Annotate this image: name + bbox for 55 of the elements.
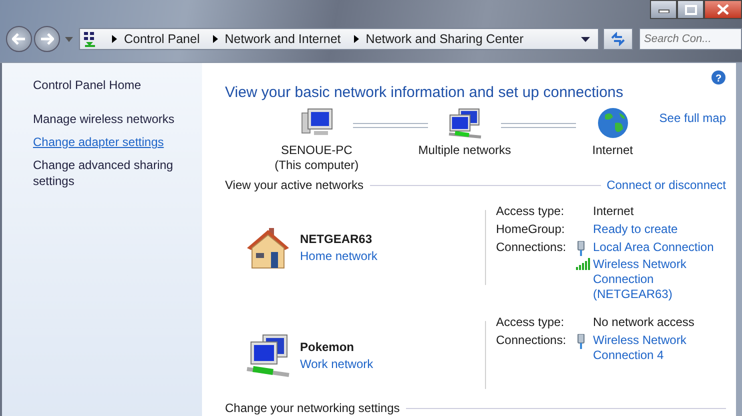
globe-icon[interactable] xyxy=(596,107,629,139)
dropdown-caret-icon[interactable] xyxy=(581,36,590,42)
maximize-icon xyxy=(684,4,696,14)
refresh-icon xyxy=(610,32,626,46)
sidebar-link[interactable]: Change advanced sharing settings xyxy=(33,157,182,189)
minimize-button[interactable] xyxy=(650,0,677,19)
back-arrow-icon xyxy=(12,33,26,45)
detail-label: Connections: xyxy=(496,333,568,349)
sidebar-link[interactable]: Manage wireless networks xyxy=(33,111,182,127)
chevron-icon[interactable] xyxy=(354,35,359,43)
sidebar-link[interactable]: Control Panel Home xyxy=(33,77,182,93)
forward-arrow-icon xyxy=(40,33,54,45)
map-node-label: Multiple networks xyxy=(418,143,511,158)
network-type-link[interactable]: Work network xyxy=(300,356,374,370)
minimize-icon xyxy=(658,6,670,12)
sidebar-link[interactable]: Change adapter settings xyxy=(33,134,182,150)
section-heading: Change your networking settings xyxy=(225,401,400,415)
breadcrumb-item[interactable]: Network and Sharing Center xyxy=(366,32,524,46)
signal-bars-icon xyxy=(576,258,590,270)
close-button[interactable] xyxy=(704,0,742,19)
refresh-button[interactable] xyxy=(603,28,633,50)
breadcrumb-item[interactable]: Control Panel xyxy=(124,32,200,46)
detail-label: HomeGroup: xyxy=(496,222,566,236)
map-node-label: Internet xyxy=(592,143,633,158)
forward-button[interactable] xyxy=(34,26,60,52)
connection-link[interactable]: Wireless Network Connection 4 xyxy=(593,333,723,363)
network-name: Pokemon xyxy=(300,340,356,354)
maximize-button[interactable] xyxy=(677,0,704,19)
detail-value: Internet xyxy=(593,204,634,218)
search-field[interactable]: Search Con... xyxy=(639,28,742,50)
network-name: NETGEAR63 xyxy=(300,232,374,246)
house-icon xyxy=(245,226,291,270)
detail-label: Access type: xyxy=(496,204,566,218)
map-node-sublabel: (This computer) xyxy=(274,158,359,173)
breadcrumb-item[interactable]: Network and Internet xyxy=(224,32,341,46)
connection-link[interactable]: Local Area Connection xyxy=(593,240,723,255)
section-heading: View your active networks xyxy=(225,178,364,192)
help-icon[interactable]: ? xyxy=(711,70,726,85)
detail-link[interactable]: Ready to create xyxy=(593,222,678,236)
back-button[interactable] xyxy=(6,26,32,52)
page-title: View your basic network information and set up connections xyxy=(225,84,624,101)
close-icon xyxy=(717,4,729,15)
networked-computers-icon[interactable] xyxy=(446,107,483,139)
connection-link[interactable]: Wireless Network Connection (NETGEAR63) xyxy=(593,257,723,302)
connect-or-disconnect-link[interactable]: Connect or disconnect xyxy=(606,178,726,192)
chevron-icon[interactable] xyxy=(212,35,218,43)
map-node-label: SENOUE-PC xyxy=(280,143,352,158)
network-type-link[interactable]: Home network xyxy=(300,249,378,263)
detail-label: Connections: xyxy=(496,240,568,256)
chevron-icon[interactable] xyxy=(112,35,117,43)
detail-label: Access type: xyxy=(496,315,566,329)
see-full-map-link[interactable]: See full map xyxy=(659,111,726,125)
detail-value: No network access xyxy=(593,315,694,329)
address-bar[interactable]: Control Panel Network and Internet Network and Sharing Center xyxy=(79,28,599,50)
networked-computers-icon xyxy=(245,333,291,377)
